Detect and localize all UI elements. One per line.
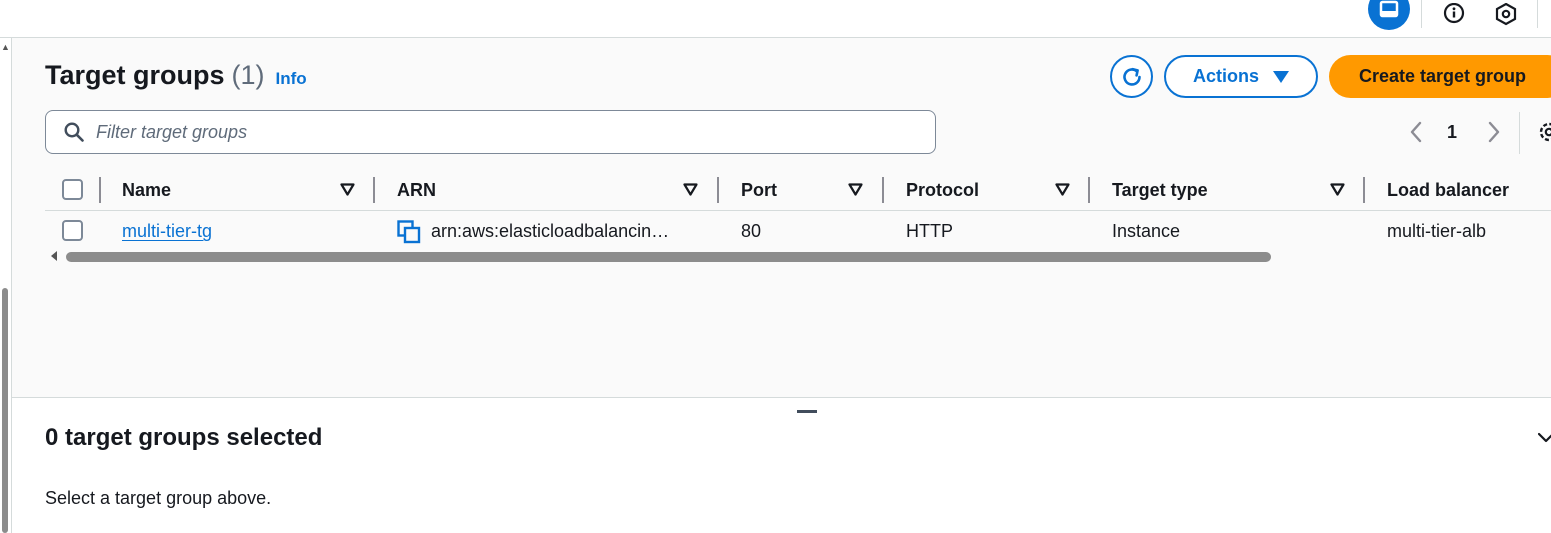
actions-button[interactable]: Actions: [1164, 55, 1318, 98]
previous-page-button[interactable]: [1407, 120, 1425, 149]
column-header-arn[interactable]: ARN: [397, 180, 436, 201]
create-target-group-button[interactable]: Create target group: [1329, 55, 1551, 98]
split-panel-body: Select a target group above.: [45, 488, 272, 508]
target-group-arn: arn:aws:elasticloadbalancin…: [431, 221, 670, 241]
chevron-down-icon[interactable]: [1538, 430, 1551, 446]
column-divider[interactable]: [717, 177, 719, 203]
sort-icon[interactable]: [1055, 183, 1070, 196]
column-divider[interactable]: [882, 177, 884, 203]
top-divider: [1421, 0, 1422, 28]
gear-icon: [1539, 122, 1551, 142]
sort-icon[interactable]: [848, 183, 863, 196]
page-title-text: Target groups: [45, 60, 225, 90]
split-panel-title: 0 target groups selected: [45, 424, 323, 451]
column-divider: [99, 177, 101, 203]
column-header-port[interactable]: Port: [741, 180, 777, 201]
target-group-count: (1): [231, 60, 265, 90]
chevron-left-icon: [1410, 121, 1422, 143]
target-group-port: 80: [741, 221, 762, 241]
scroll-left-icon[interactable]: [51, 251, 57, 261]
column-header-name[interactable]: Name: [122, 180, 171, 201]
top-bar: [0, 0, 1551, 38]
top-divider: [1537, 0, 1538, 28]
column-header-protocol[interactable]: Protocol: [906, 180, 979, 201]
info-icon[interactable]: [1442, 0, 1466, 30]
split-panel-resize-handle[interactable]: [797, 410, 817, 413]
panel-icon[interactable]: [1368, 0, 1410, 30]
filter-input[interactable]: [96, 121, 896, 143]
sort-icon[interactable]: [1330, 183, 1345, 196]
column-divider[interactable]: [373, 177, 375, 203]
copy-icon[interactable]: [397, 220, 421, 244]
table-header-divider: [45, 210, 1551, 211]
horizontal-scrollbar-thumb[interactable]: [66, 252, 1271, 262]
column-header-load-balancer[interactable]: Load balancer: [1387, 180, 1509, 201]
left-scrollbar[interactable]: ▲: [0, 38, 12, 533]
current-page-number[interactable]: 1: [1447, 122, 1457, 143]
column-divider[interactable]: [1088, 177, 1090, 203]
target-group-target-type: Instance: [1112, 221, 1181, 241]
refresh-button[interactable]: [1110, 55, 1153, 98]
select-all-checkbox[interactable]: [62, 179, 83, 200]
scrollbar-thumb[interactable]: [2, 288, 8, 533]
page-title: Target groups (1) Info: [45, 60, 307, 91]
column-divider[interactable]: [1363, 177, 1365, 203]
filter-field[interactable]: [45, 110, 936, 154]
target-group-name-link[interactable]: multi-tier-tg: [122, 221, 212, 242]
target-group-protocol: HTTP: [906, 221, 953, 241]
column-header-target-type[interactable]: Target type: [1112, 180, 1208, 201]
scroll-up-icon[interactable]: ▲: [1, 42, 10, 52]
search-icon: [64, 122, 84, 142]
preferences-button[interactable]: [1536, 120, 1551, 149]
split-panel-divider: [12, 397, 1551, 398]
sort-icon[interactable]: [340, 183, 355, 196]
pagination-divider: [1519, 112, 1520, 154]
refresh-icon: [1122, 67, 1141, 86]
sort-icon[interactable]: [683, 183, 698, 196]
info-link[interactable]: Info: [276, 69, 307, 89]
hexagon-settings-icon[interactable]: [1494, 0, 1518, 30]
target-group-load-balancer: multi-tier-alb: [1387, 221, 1487, 241]
actions-label: Actions: [1192, 66, 1259, 86]
split-panel: [12, 398, 1551, 533]
create-target-group-label: Create target group: [1359, 66, 1527, 86]
next-page-button[interactable]: [1485, 120, 1503, 149]
chevron-right-icon: [1488, 121, 1500, 143]
row-checkbox[interactable]: [62, 220, 83, 241]
caret-down-icon: [1273, 70, 1289, 83]
